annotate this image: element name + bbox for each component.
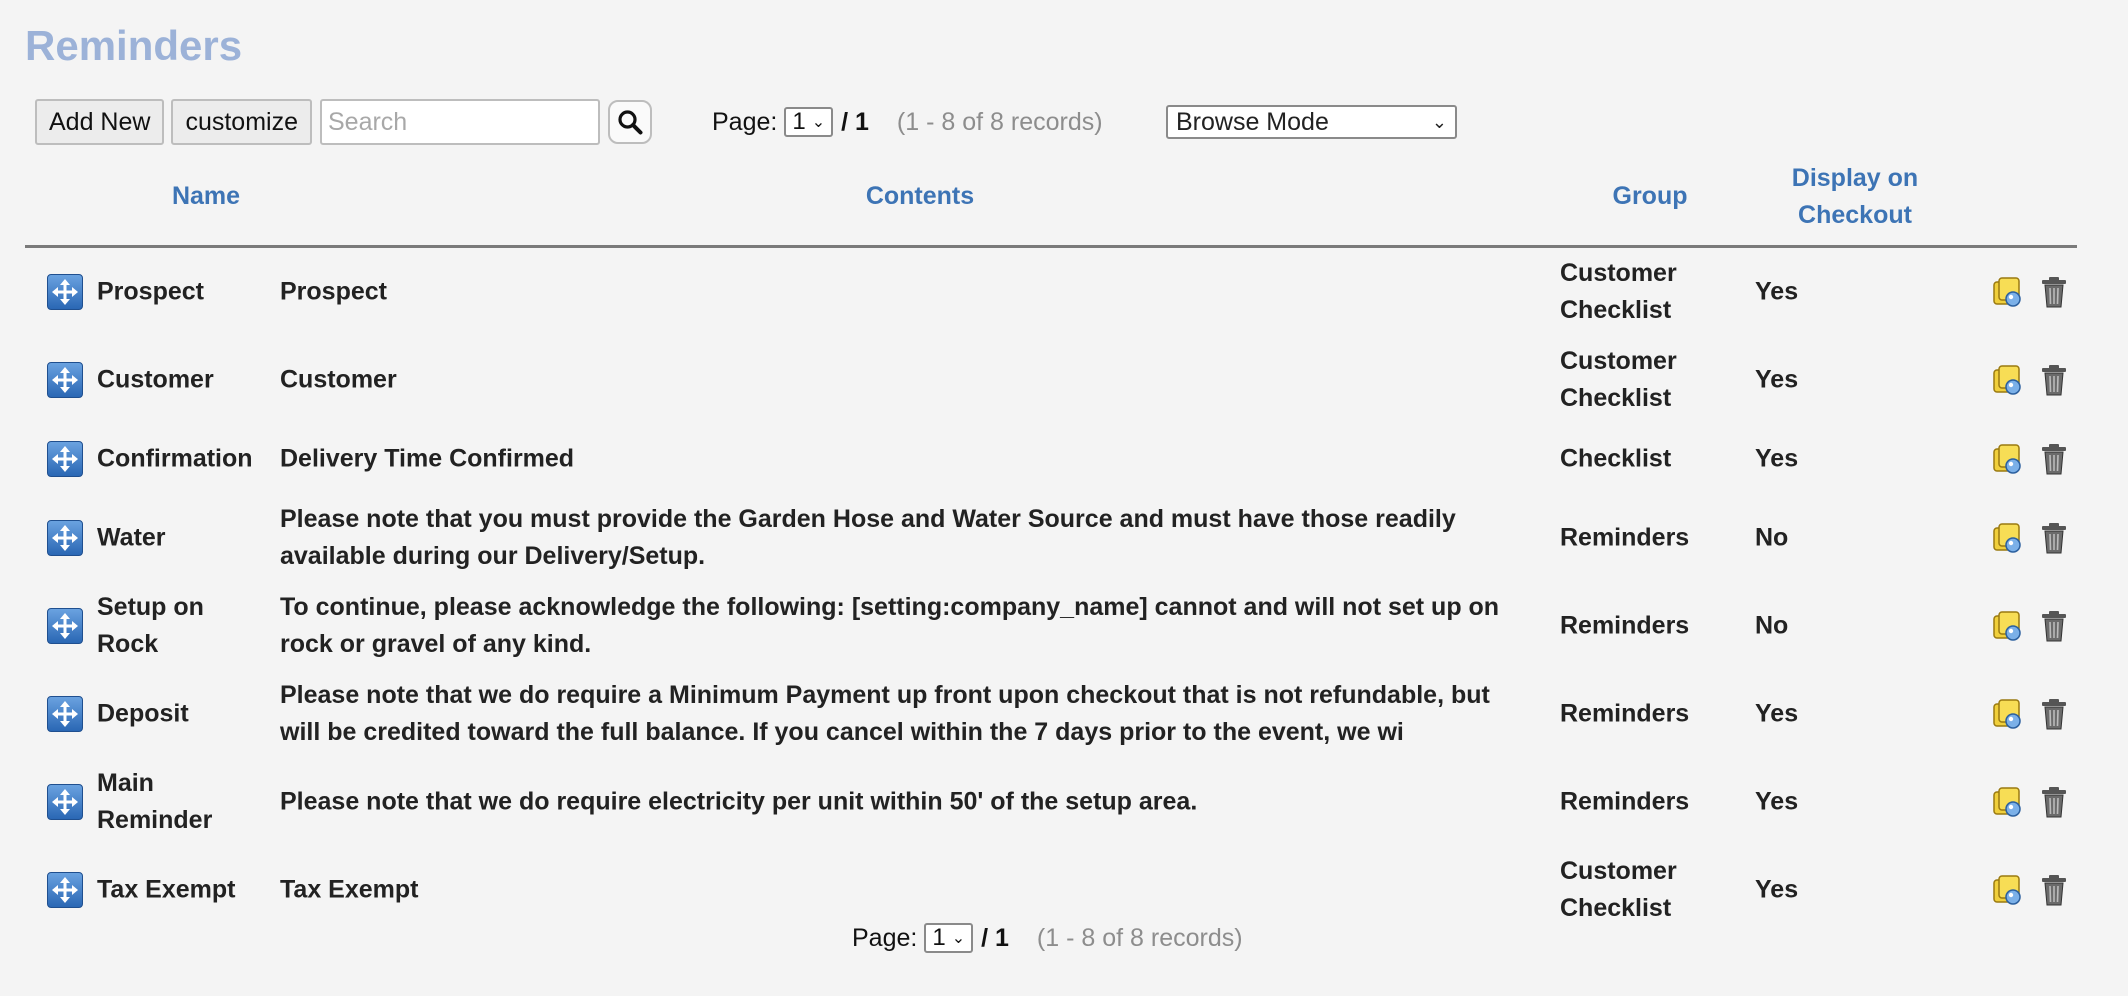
move-icon[interactable] [47,441,83,477]
row-display-on-checkout: Yes [1755,365,1799,394]
search-button[interactable] [608,100,652,144]
trash-icon[interactable] [2037,873,2071,907]
row-contents: To continue, please acknowledge the foll… [280,593,1500,658]
row-display-on-checkout: Yes [1755,699,1799,728]
reminders-table: Name Contents Group Display on Checkout P… [25,160,2077,934]
table-row[interactable]: Water Please note that you must provide t… [25,494,2077,582]
row-contents: Customer [280,365,397,394]
move-icon[interactable] [47,872,83,908]
edit-icon[interactable] [1991,609,2025,643]
edit-icon[interactable] [1991,363,2025,397]
table-row[interactable]: Prospect Prospect Customer Checklist Yes [25,248,2077,336]
page-select[interactable]: 1 ⌄ [784,107,834,137]
row-contents: Please note that we do require electrici… [280,787,1198,816]
add-new-button[interactable]: Add New [35,99,165,145]
edit-icon[interactable] [1991,275,2025,309]
row-contents: Prospect [280,277,387,306]
trash-icon[interactable] [2037,442,2071,476]
table-row[interactable]: Confirmation Delivery Time Confirmed Check… [25,424,2077,494]
column-header-group[interactable]: Group [1595,178,1705,215]
column-header-name[interactable]: Name [145,178,267,215]
toolbar: Add New customize [35,99,652,145]
row-display-on-checkout: Yes [1755,787,1799,816]
customize-button[interactable]: customize [171,99,312,145]
table-body: Prospect Prospect Customer Checklist Yes Cus… [25,248,2077,934]
move-icon[interactable] [47,274,83,310]
move-icon[interactable] [47,520,83,556]
row-display-on-checkout: Yes [1755,444,1799,473]
page-total: / 1 [981,923,1009,952]
row-name: Confirmation [97,444,253,473]
row-contents: Tax Exempt [280,875,419,904]
row-name: Customer [97,365,214,394]
row-name: Deposit [97,699,189,728]
row-display-on-checkout: Yes [1755,277,1799,306]
move-icon[interactable] [47,784,83,820]
mode-select[interactable]: Browse Mode ⌄ [1166,105,1457,139]
trash-icon[interactable] [2037,521,2071,555]
page-title: Reminders [25,22,243,69]
table-row[interactable]: Deposit Please note that we do require a … [25,670,2077,758]
edit-icon[interactable] [1991,785,2025,819]
row-group: Reminders [1560,523,1690,552]
page-select-value: 1 [932,924,946,951]
trash-icon[interactable] [2037,785,2071,819]
row-group: Reminders [1560,699,1690,728]
record-count: (1 - 8 of 8 records) [896,107,1103,136]
trash-icon[interactable] [2037,363,2071,397]
row-name: Water [97,523,166,552]
edit-icon[interactable] [1991,873,2025,907]
table-row[interactable]: Setup on Rock To continue, please acknowl… [25,582,2077,670]
table-row[interactable]: Customer Customer Customer Checklist Yes [25,336,2077,424]
table-row[interactable]: Main Reminder Please note that we do requ… [25,758,2077,846]
row-display-on-checkout: Yes [1755,875,1799,904]
search-icon [618,110,643,135]
trash-icon[interactable] [2037,275,2071,309]
chevron-down-icon: ⌄ [1431,111,1447,132]
move-icon[interactable] [47,362,83,398]
table-header: Name Contents Group Display on Checkout [25,160,2077,248]
row-display-on-checkout: No [1755,523,1789,552]
row-group: Customer Checklist [1560,347,1677,412]
row-group: Reminders [1560,611,1690,640]
page-label: Page: [852,923,918,952]
row-group: Reminders [1560,787,1690,816]
edit-icon[interactable] [1991,521,2025,555]
trash-icon[interactable] [2037,697,2071,731]
column-header-contents[interactable]: Contents [835,178,1005,215]
row-group: Customer Checklist [1560,259,1677,324]
chevron-down-icon: ⌄ [811,114,826,131]
column-header-display-on-checkout[interactable]: Display on Checkout [1760,160,1950,234]
trash-icon[interactable] [2037,609,2071,643]
edit-icon[interactable] [1991,442,2025,476]
edit-icon[interactable] [1991,697,2025,731]
top-pager: Page: 1 ⌄ / 1 (1 - 8 of 8 records) [712,105,1103,139]
chevron-down-icon: ⌄ [951,930,966,947]
page-select-value: 1 [792,108,806,135]
row-name: Setup on Rock [97,593,204,658]
move-icon[interactable] [47,608,83,644]
row-name: Tax Exempt [97,875,236,904]
row-group: Checklist [1560,444,1672,473]
bottom-pager: Page: 1 ⌄ / 1 (1 - 8 of 8 records) [852,921,1243,955]
row-contents: Delivery Time Confirmed [280,444,575,473]
row-contents: Please note that we do require a Minimum… [280,681,1490,746]
search-input[interactable] [320,99,600,145]
record-count: (1 - 8 of 8 records) [1036,923,1243,952]
page-total: / 1 [841,107,869,136]
move-icon[interactable] [47,696,83,732]
row-contents: Please note that you must provide the Ga… [280,505,1456,570]
row-name: Prospect [97,277,204,306]
row-group: Customer Checklist [1560,857,1677,922]
row-display-on-checkout: No [1755,611,1789,640]
mode-select-value: Browse Mode [1176,107,1329,136]
row-name: Main Reminder [97,769,213,834]
page-select[interactable]: 1 ⌄ [924,923,974,953]
page-label: Page: [712,107,778,136]
